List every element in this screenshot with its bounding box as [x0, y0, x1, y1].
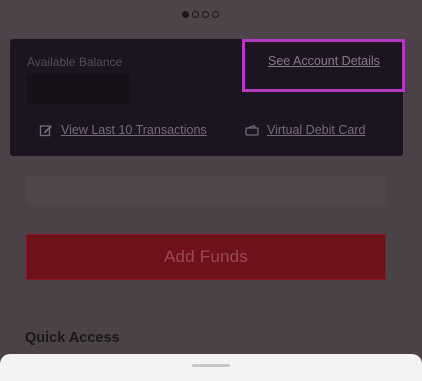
top-band [0, 0, 422, 38]
account-card: Available Balance See Account Details Vi… [10, 39, 403, 156]
sheet-drag-handle[interactable] [192, 364, 230, 367]
see-account-details-link[interactable]: See Account Details [268, 54, 380, 68]
edit-note-icon [39, 123, 53, 137]
view-transactions-link[interactable]: View Last 10 Transactions [39, 123, 207, 137]
pager-dot[interactable] [212, 11, 219, 18]
bottom-sheet[interactable] [0, 354, 422, 381]
balance-value [27, 74, 130, 104]
wallet-icon [245, 124, 259, 136]
pager-dot[interactable] [192, 11, 199, 18]
balance-label: Available Balance [27, 55, 123, 69]
placeholder-field [26, 176, 386, 206]
virtual-debit-card-link[interactable]: Virtual Debit Card [245, 123, 365, 137]
carousel-pager [182, 11, 219, 18]
pager-dot[interactable] [202, 11, 209, 18]
pager-dot-active[interactable] [182, 11, 189, 18]
add-funds-button[interactable]: Add Funds [26, 234, 386, 280]
virtual-debit-card-label: Virtual Debit Card [267, 123, 366, 137]
quick-access-title: Quick Access [25, 330, 120, 346]
view-transactions-label: View Last 10 Transactions [61, 123, 207, 137]
app-screen: Available Balance See Account Details Vi… [0, 0, 422, 381]
